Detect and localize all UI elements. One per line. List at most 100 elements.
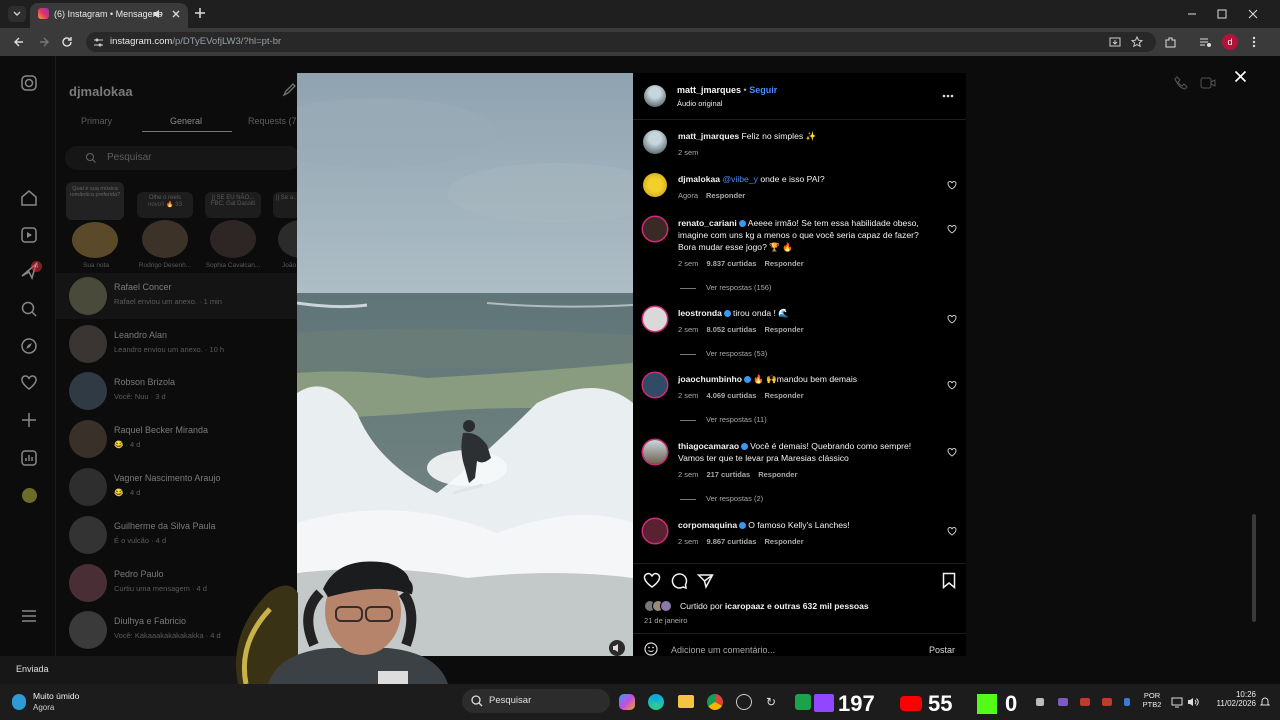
language-indicator[interactable]: POR PTB2	[1140, 691, 1164, 709]
note-item[interactable]: || SE EU NÃO... FBC, Gal Dassiti Sophia …	[202, 182, 264, 272]
avatar[interactable]	[643, 173, 667, 197]
clock[interactable]: 10:26 11/02/2026	[1204, 690, 1256, 708]
mute-button[interactable]	[609, 640, 625, 656]
liked-by-user[interactable]: icaropaaz	[725, 601, 765, 611]
heart-icon[interactable]	[20, 374, 38, 392]
comment-likes[interactable]: 4.069 curtidas	[706, 391, 756, 400]
follow-button[interactable]: Seguir	[749, 85, 777, 95]
weather-widget[interactable]: Muito úmido Agora	[10, 688, 120, 716]
view-replies-button[interactable]: Ver respostas (53)	[680, 349, 767, 358]
like-comment-icon[interactable]	[947, 224, 957, 234]
file-explorer-icon[interactable]	[678, 695, 694, 708]
forward-icon[interactable]	[38, 36, 50, 48]
media-controls-icon[interactable]	[1199, 36, 1212, 49]
dm-username[interactable]: djmalokaa	[69, 84, 133, 99]
instagram-logo-icon[interactable]	[20, 74, 38, 92]
browser-tab[interactable]: (6) Instagram • Mensagens	[30, 3, 188, 28]
app-icon[interactable]	[795, 694, 811, 710]
liked-by-suffix[interactable]: e outras 632 mil pessoas	[767, 601, 869, 611]
author-avatar[interactable]	[643, 130, 667, 154]
like-comment-icon[interactable]	[947, 447, 957, 457]
like-icon[interactable]	[643, 572, 661, 588]
author-name[interactable]: matt_jmarques	[677, 85, 741, 95]
comment-user[interactable]: corpomaquina	[678, 520, 737, 530]
emoji-icon[interactable]	[644, 642, 658, 656]
conversation-row[interactable]: Leandro Alan Leandro enviou um anexo. · …	[56, 321, 301, 367]
comment-input[interactable]: Adicione um comentário...	[671, 645, 775, 655]
phone-icon[interactable]	[1174, 76, 1188, 90]
search-input[interactable]: Pesquisar	[65, 146, 300, 170]
network-icon[interactable]	[1171, 696, 1183, 708]
audio-label[interactable]: Áudio original	[677, 99, 722, 108]
new-tab-icon[interactable]	[194, 7, 206, 19]
comment-user[interactable]: joaochumbinho	[678, 374, 742, 384]
copilot-icon[interactable]	[619, 694, 635, 710]
like-comment-icon[interactable]	[947, 180, 957, 190]
close-modal-icon[interactable]	[1234, 70, 1247, 83]
window-close-icon[interactable]	[1247, 8, 1259, 20]
like-comment-icon[interactable]	[947, 380, 957, 390]
post-comment-button[interactable]: Postar	[929, 645, 955, 655]
profile-avatar-small[interactable]	[22, 488, 37, 503]
share-icon[interactable]	[697, 573, 714, 589]
conversation-row[interactable]: Vagner Nascimento Araujo 😂 · 4 d	[56, 464, 301, 510]
save-icon[interactable]	[942, 572, 956, 589]
comment-user[interactable]: djmalokaa	[678, 174, 720, 184]
reply-button[interactable]: Responder	[764, 537, 803, 546]
caption-author[interactable]: matt_jmarques	[678, 131, 739, 141]
comment-icon[interactable]	[670, 572, 688, 589]
home-icon[interactable]	[20, 189, 38, 207]
search-icon[interactable]	[20, 300, 38, 318]
like-comment-icon[interactable]	[947, 314, 957, 324]
dashboard-icon[interactable]	[20, 449, 38, 467]
avatar[interactable]	[643, 307, 667, 331]
conversation-row[interactable]: Rafael Concer Rafael enviou um anexo. · …	[56, 273, 301, 319]
avatar[interactable]	[643, 440, 667, 464]
tab-general[interactable]: General	[170, 116, 202, 126]
app-icon[interactable]: ↻	[766, 695, 780, 709]
bookmark-star-icon[interactable]	[1131, 36, 1143, 48]
app-icon[interactable]	[736, 694, 752, 710]
kick-icon[interactable]	[977, 694, 997, 714]
more-options-icon[interactable]	[942, 93, 954, 99]
tab-primary[interactable]: Primary	[81, 116, 112, 126]
youtube-icon[interactable]	[900, 696, 922, 711]
comment-likes[interactable]: 217 curtidas	[706, 470, 750, 479]
profile-avatar[interactable]: d	[1222, 34, 1238, 50]
conversation-row[interactable]: Guilherme da Silva Paula É o vulcão · 4 …	[56, 512, 301, 558]
comment-user[interactable]: renato_cariani	[678, 218, 737, 228]
maximize-icon[interactable]	[1216, 8, 1228, 20]
minimize-icon[interactable]	[1186, 8, 1198, 20]
note-item[interactable]: Olhe o reels novo!! 🔥 33 Rodrigo Desenh.…	[134, 182, 196, 272]
mention-link[interactable]: @viibe_y	[722, 174, 757, 184]
compose-icon[interactable]	[282, 83, 296, 97]
install-app-icon[interactable]	[1109, 36, 1121, 48]
reply-button[interactable]: Responder	[764, 259, 803, 268]
view-replies-button[interactable]: Ver respostas (11)	[680, 415, 767, 424]
reply-button[interactable]: Responder	[764, 391, 803, 400]
liked-by-text[interactable]: Curtido por icaropaaz e outras 632 mil p…	[680, 601, 869, 611]
avatar[interactable]	[643, 373, 667, 397]
comment-user[interactable]: leostronda	[678, 308, 722, 318]
address-bar[interactable]: instagram.com/p/DTyEVofjLW3/?hl=pt-br	[86, 32, 1156, 52]
volume-icon[interactable]	[1187, 696, 1199, 708]
extensions-icon[interactable]	[1164, 36, 1177, 49]
tab-list-button[interactable]	[8, 6, 26, 22]
explore-icon[interactable]	[20, 337, 38, 355]
reload-icon[interactable]	[61, 36, 73, 48]
comment-likes[interactable]: 8.052 curtidas	[706, 325, 756, 334]
reply-button[interactable]: Responder	[764, 325, 803, 334]
edge-icon[interactable]	[648, 694, 664, 710]
tab-requests[interactable]: Requests (7	[248, 116, 297, 126]
avatar[interactable]	[643, 217, 667, 241]
comment-user[interactable]: thiagocamarao	[678, 441, 739, 451]
close-tab-icon[interactable]	[171, 9, 181, 19]
reels-icon[interactable]	[20, 226, 38, 244]
author-avatar[interactable]	[644, 85, 666, 107]
conversation-row[interactable]: Robson Brizola Você: Nuu · 3 d	[56, 368, 301, 414]
avatar[interactable]	[643, 519, 667, 543]
back-icon[interactable]	[13, 36, 25, 48]
comment-likes[interactable]: 9.867 curtidas	[706, 537, 756, 546]
scrollbar[interactable]	[1252, 514, 1256, 622]
notifications-icon[interactable]	[1260, 697, 1270, 707]
